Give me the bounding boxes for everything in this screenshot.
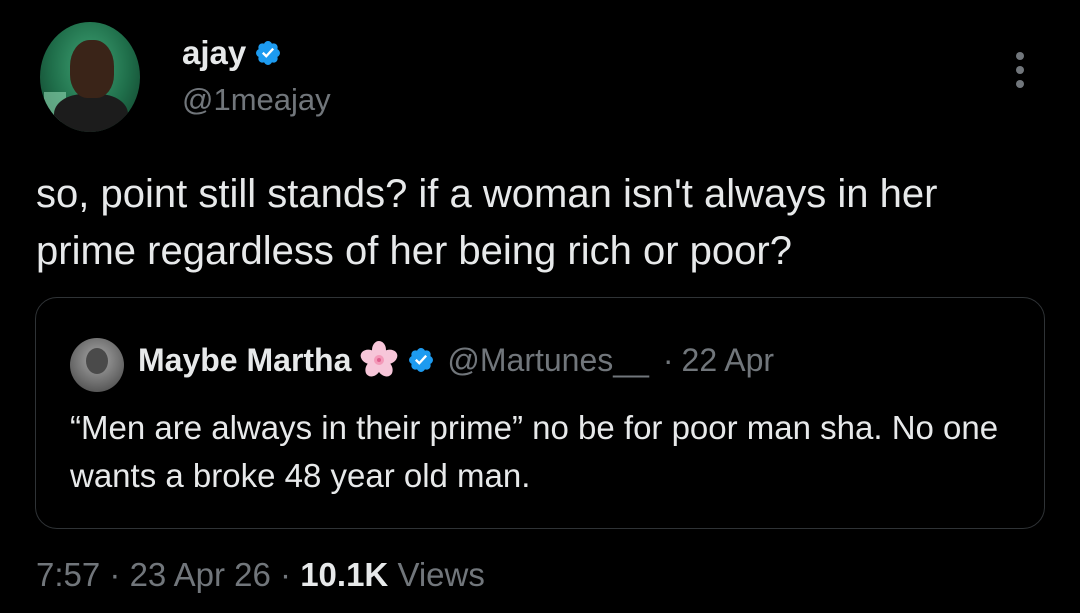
quoted-avatar-face bbox=[86, 348, 108, 374]
avatar-body bbox=[54, 94, 128, 132]
quoted-tweet-date[interactable]: 22 Apr bbox=[682, 342, 775, 379]
avatar-face bbox=[70, 40, 114, 98]
views-label: Views bbox=[397, 556, 485, 593]
author-name[interactable]: ajay bbox=[182, 34, 246, 72]
quoted-separator: · bbox=[662, 341, 674, 378]
quoted-tweet-header: Maybe Martha @Martunes__ · 22 Apr bbox=[138, 340, 774, 380]
tweet-time[interactable]: 7:57 bbox=[36, 556, 100, 593]
quoted-tweet[interactable]: Maybe Martha @Martunes__ · 22 Apr “Men a… bbox=[35, 297, 1045, 529]
tweet-text: so, point still stands? if a woman isn't… bbox=[36, 172, 938, 273]
quoted-verified-badge-icon bbox=[409, 348, 434, 372]
quoted-author-handle[interactable]: @Martunes__ bbox=[447, 342, 648, 379]
verified-badge-icon bbox=[256, 41, 281, 65]
author-handle[interactable]: @1meajay bbox=[182, 82, 331, 118]
quoted-author-name[interactable]: Maybe Martha bbox=[138, 342, 351, 379]
author-avatar[interactable] bbox=[40, 22, 140, 132]
cherry-blossom-icon bbox=[361, 341, 398, 377]
tweet-date[interactable]: 23 Apr 26 bbox=[130, 556, 271, 593]
more-options-icon[interactable] bbox=[1010, 50, 1030, 90]
quoted-tweet-text: “Men are always in their prime” no be fo… bbox=[70, 409, 999, 494]
tweet-meta: 7:57 · 23 Apr 26 · 10.1K Views bbox=[36, 556, 485, 594]
views-count[interactable]: 10.1K bbox=[300, 556, 388, 593]
quoted-author-avatar[interactable] bbox=[70, 338, 124, 392]
author-name-row: ajay bbox=[182, 34, 282, 72]
meta-separator: · bbox=[109, 556, 121, 593]
meta-separator: · bbox=[280, 556, 292, 593]
